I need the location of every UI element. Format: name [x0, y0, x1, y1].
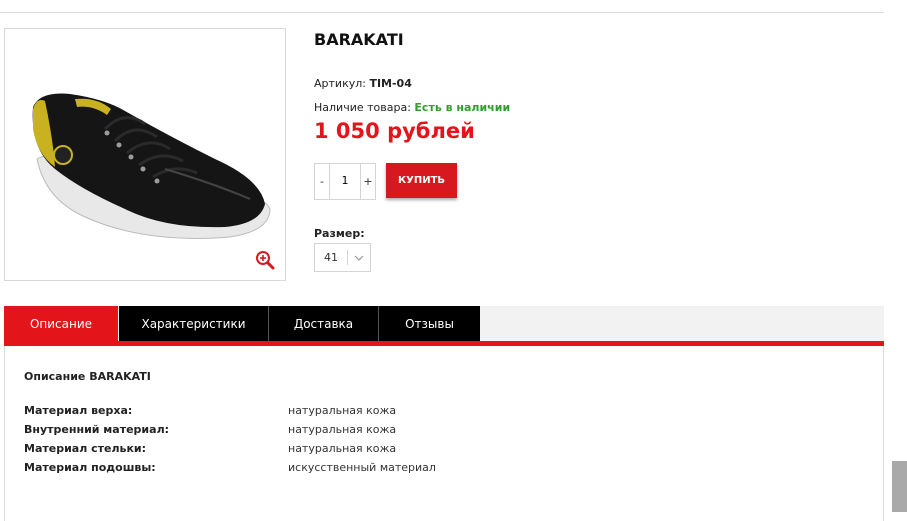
size-select[interactable]: 41 — [314, 243, 371, 272]
stock-status: Есть в наличии — [414, 101, 511, 114]
spec-label: Материал стельки: — [24, 442, 147, 455]
tab-reviews[interactable]: Отзывы — [379, 306, 480, 342]
sku-label: Артикул: — [314, 77, 370, 90]
tab-divider — [378, 306, 379, 342]
spec-label: Внутренний материал: — [24, 423, 170, 436]
description-title: Описание BARAKATI — [24, 370, 151, 383]
tab-description[interactable]: Описание — [4, 306, 118, 342]
tab-characteristics[interactable]: Характеристики — [119, 306, 268, 342]
quantity-increase-button[interactable]: + — [360, 164, 375, 199]
spec-value: натуральная кожа — [288, 442, 397, 455]
product-title: BARAKATI — [314, 30, 404, 49]
scroll-to-top-button[interactable] — [892, 461, 907, 512]
tab-delivery[interactable]: Доставка — [269, 306, 378, 342]
quantity-stepper: - + — [314, 163, 376, 200]
stock-label: Наличие товара: — [314, 101, 415, 114]
sku-line: Артикул: TIM-04 — [314, 77, 412, 90]
chevron-down-icon — [348, 255, 370, 261]
quantity-decrease-button[interactable]: - — [315, 164, 330, 199]
shoe-image — [32, 93, 271, 239]
size-label: Размер: — [314, 227, 365, 240]
tab-divider — [268, 306, 269, 342]
spec-value: натуральная кожа — [288, 404, 397, 417]
spec-value: искусственный материал — [288, 461, 436, 474]
zoom-icon[interactable] — [255, 250, 275, 270]
size-value: 41 — [324, 251, 338, 264]
product-price: 1 050 рублей — [314, 119, 475, 143]
sku-value: TIM-04 — [369, 77, 412, 90]
buy-button[interactable]: КУПИТЬ — [386, 163, 457, 198]
product-image[interactable] — [4, 28, 286, 281]
spec-label: Материал подошвы: — [24, 461, 156, 474]
spec-value: натуральная кожа — [288, 423, 397, 436]
spec-label: Материал верха: — [24, 404, 133, 417]
quantity-input[interactable] — [330, 164, 360, 197]
top-divider — [0, 12, 884, 13]
stock-line: Наличие товара: Есть в наличии — [314, 101, 510, 114]
